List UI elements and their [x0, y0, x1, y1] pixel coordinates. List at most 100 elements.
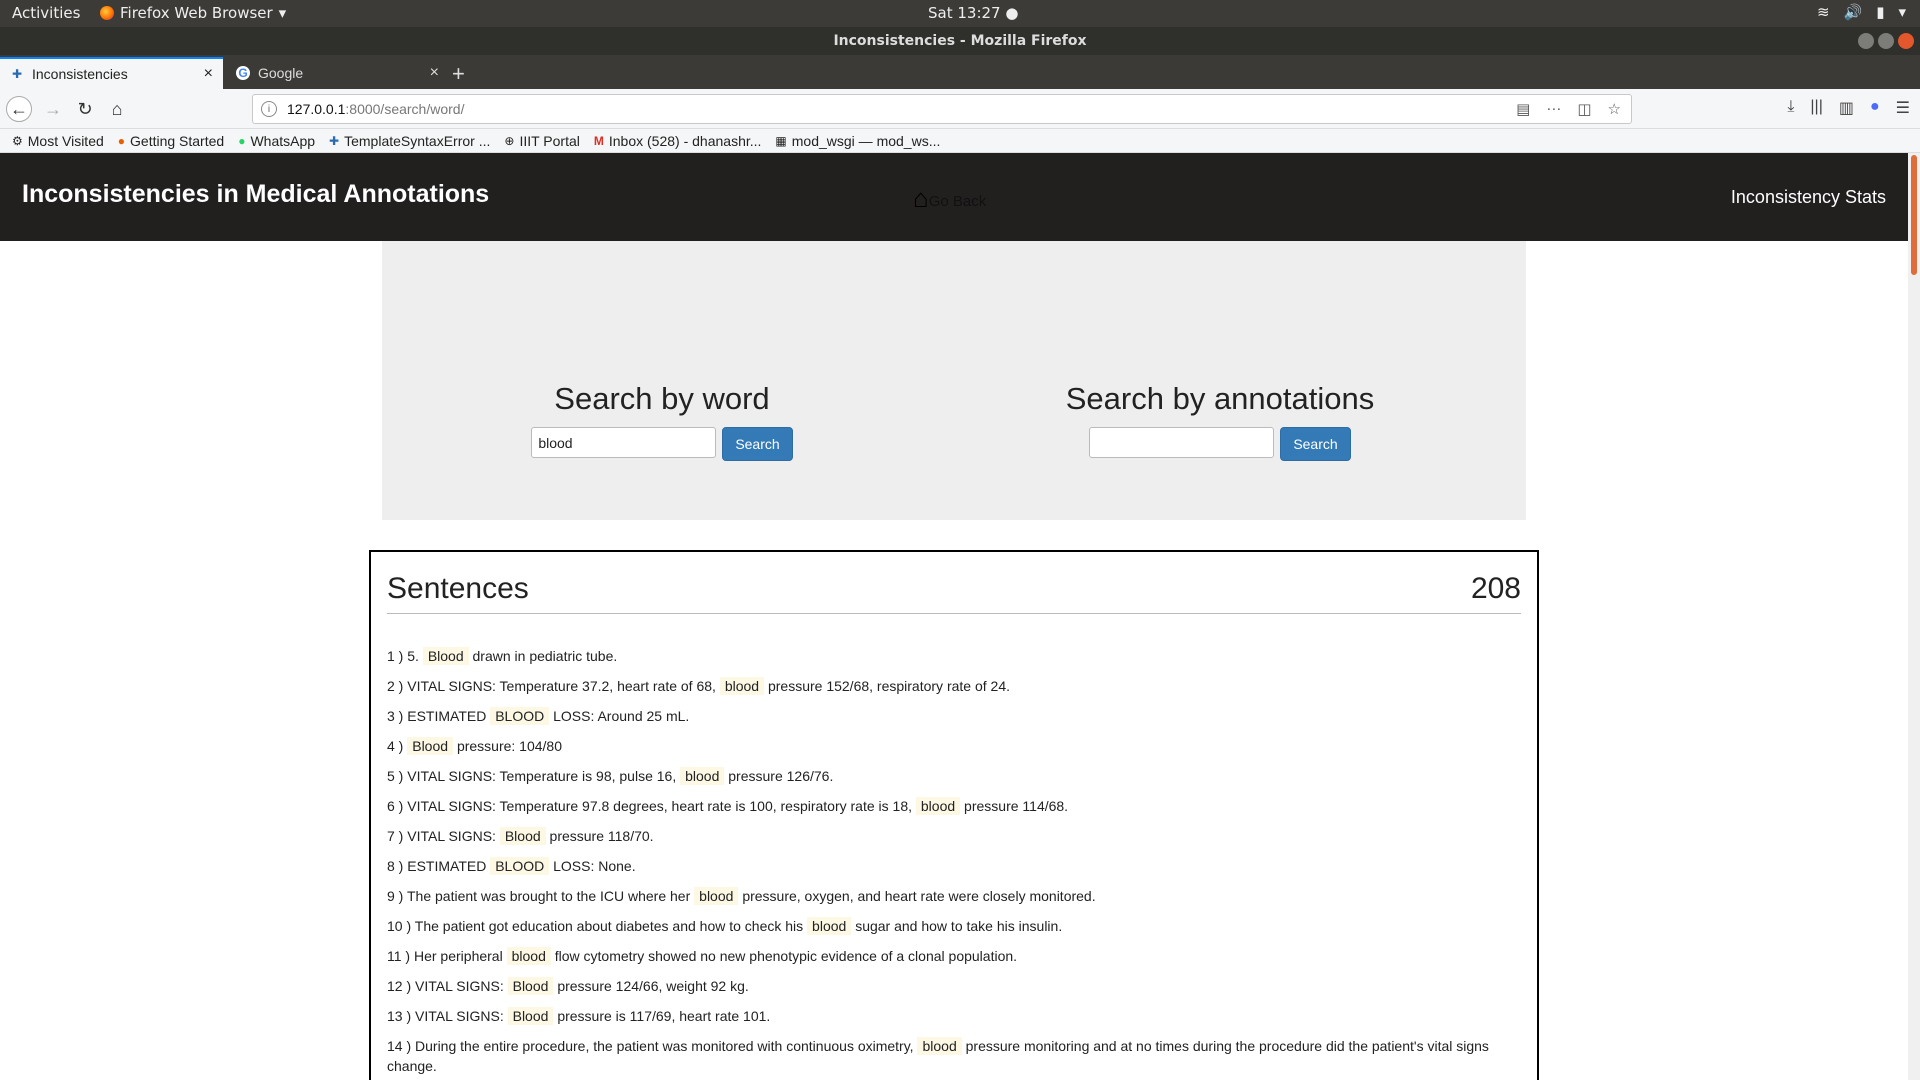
- sentence-highlight: blood: [694, 887, 739, 905]
- bookmark-star-icon[interactable]: ☆: [1608, 100, 1621, 118]
- app-menu[interactable]: Firefox Web Browser ▾: [100, 4, 286, 22]
- back-button[interactable]: ←: [6, 96, 32, 122]
- app-header: Inconsistencies in Medical Annotations ⌂…: [0, 153, 1908, 241]
- bookmark-label: mod_wsgi — mod_ws...: [791, 132, 941, 149]
- battery-icon: ▮: [1876, 3, 1885, 21]
- doc-icon: ▦: [775, 133, 787, 148]
- home-icon: ⌂: [913, 183, 929, 213]
- menu-icon[interactable]: ☰: [1896, 98, 1910, 118]
- reload-button[interactable]: ↻: [72, 96, 98, 122]
- bookmark-iiit-portal[interactable]: ⊕ IIIT Portal: [504, 133, 580, 149]
- sentence-text-before: 5.: [407, 648, 419, 664]
- chevron-down-icon: ▾: [278, 4, 287, 22]
- sentence-item: 8 ) ESTIMATED BLOOD LOSS: None.: [387, 856, 1523, 876]
- sentence-number: 12 ): [387, 978, 412, 994]
- sentence-highlight: Blood: [407, 737, 454, 755]
- window-close-button[interactable]: [1898, 33, 1914, 49]
- app-title[interactable]: Inconsistencies in Medical Annotations: [22, 180, 489, 209]
- sentence-item: 2 ) VITAL SIGNS: Temperature 37.2, heart…: [387, 676, 1523, 696]
- sentence-number: 9 ): [387, 888, 404, 904]
- gear-icon: ⚙: [12, 133, 23, 148]
- sentence-number: 10 ): [387, 918, 412, 934]
- sentence-highlight: BLOOD: [490, 857, 550, 875]
- sentence-text-after: pressure 152/68, respiratory rate of 24.: [767, 678, 1010, 694]
- sentence-text-before: VITAL SIGNS:: [415, 978, 504, 994]
- maximize-button[interactable]: [1878, 33, 1894, 49]
- search-by-word: Search by word Search: [382, 381, 942, 461]
- tab-label: Google: [258, 65, 304, 81]
- annotation-search-button[interactable]: Search: [1280, 427, 1351, 461]
- account-icon[interactable]: ●: [1870, 98, 1880, 118]
- tab-google[interactable]: G Google ×: [226, 57, 449, 89]
- firefox-icon: ●: [117, 133, 126, 148]
- sentence-text-before: ESTIMATED: [407, 858, 487, 874]
- sentence-number: 6 ): [387, 798, 404, 814]
- new-tab-button[interactable]: +: [452, 61, 465, 87]
- sentence-text-before: The patient got education about diabetes…: [414, 918, 804, 934]
- google-icon: G: [236, 66, 250, 80]
- sentence-item: 1 ) 5. Blood drawn in pediatric tube.: [387, 646, 1523, 666]
- url-bar[interactable]: i 127.0.0.1 :8000/search/word/ ▤ ··· ◫ ☆: [252, 94, 1632, 124]
- word-search-button[interactable]: Search: [722, 427, 793, 461]
- page-actions-icon[interactable]: ···: [1546, 100, 1561, 118]
- sentence-number: 14 ): [387, 1038, 412, 1054]
- minimize-button[interactable]: [1858, 33, 1874, 49]
- search-by-word-heading: Search by word: [554, 381, 770, 416]
- bookmark-getting-started[interactable]: ● Getting Started: [118, 133, 224, 149]
- sentence-item: 13 ) VITAL SIGNS: Blood pressure is 117/…: [387, 1006, 1523, 1026]
- sentence-highlight: Blood: [499, 827, 546, 845]
- downloads-icon[interactable]: ⤓: [1787, 98, 1794, 118]
- sentence-text-after: flow cytometry showed no new phenotypic …: [554, 948, 1018, 964]
- go-back-link[interactable]: ⌂ Go Back: [913, 183, 986, 213]
- page-scrollbar[interactable]: [1908, 153, 1920, 1080]
- clock[interactable]: Sat 13:27 ●: [928, 4, 1018, 22]
- close-icon[interactable]: ×: [204, 65, 213, 83]
- library-icon[interactable]: |||: [1810, 98, 1822, 118]
- app-menu-label: Firefox Web Browser: [120, 4, 273, 22]
- wifi-icon: ≋: [1816, 3, 1830, 21]
- sentence-text-before: Her peripheral: [413, 948, 503, 964]
- bookmark-inbox[interactable]: M Inbox (528) - dhanashr...: [594, 133, 762, 149]
- bookmark-label: WhatsApp: [250, 132, 316, 149]
- sentence-text-before: VITAL SIGNS: Temperature is 98, pulse 16…: [407, 768, 677, 784]
- scrollbar-thumb[interactable]: [1911, 155, 1917, 275]
- sentence-item: 3 ) ESTIMATED BLOOD LOSS: Around 25 mL.: [387, 706, 1523, 726]
- bookmark-whatsapp[interactable]: ● WhatsApp: [238, 133, 315, 149]
- forward-button[interactable]: →: [40, 96, 66, 122]
- activities-button[interactable]: Activities: [12, 4, 80, 22]
- volume-icon: 🔊: [1843, 3, 1863, 21]
- sentence-highlight: blood: [719, 677, 765, 695]
- bookmark-label: TemplateSyntaxError ...: [344, 132, 491, 149]
- sentence-text-after: pressure 114/68.: [964, 798, 1069, 814]
- tab-inconsistencies[interactable]: ✚ Inconsistencies ×: [0, 57, 223, 89]
- reader-view-icon[interactable]: ▤: [1516, 100, 1530, 118]
- sidebar-icon[interactable]: ▥: [1839, 98, 1854, 118]
- sentence-number: 4 ): [387, 738, 404, 754]
- whatsapp-icon: ●: [238, 133, 246, 148]
- bookmark-templatesyntaxerror[interactable]: ✚ TemplateSyntaxError ...: [329, 133, 490, 149]
- sentence-highlight: Blood: [507, 977, 554, 995]
- globe-icon: ⊕: [504, 133, 515, 148]
- sentences-panel: Sentences 208 1 ) 5. Blood drawn in pedi…: [369, 550, 1539, 1080]
- firefox-icon: [100, 6, 114, 20]
- system-tray[interactable]: ≋ 🔊 ▮ ▾: [1817, 3, 1906, 21]
- annotation-search-input[interactable]: [1089, 427, 1275, 458]
- bookmark-mod-wsgi[interactable]: ▦ mod_wsgi — mod_ws...: [775, 133, 940, 149]
- sentence-highlight: BLOOD: [490, 707, 550, 725]
- inconsistency-stats-link[interactable]: Inconsistency Stats: [1731, 187, 1886, 208]
- word-search-input[interactable]: [531, 427, 717, 458]
- sentence-text-after: pressure 124/66, weight 92 kg.: [557, 978, 749, 994]
- os-top-panel: Activities Firefox Web Browser ▾ Sat 13:…: [0, 0, 1920, 27]
- search-panel: Search by word Search Search by annotati…: [382, 241, 1526, 520]
- sentence-number: 7 ): [387, 828, 404, 844]
- sentence-item: 10 ) The patient got education about dia…: [387, 916, 1523, 936]
- close-icon[interactable]: ×: [430, 64, 439, 82]
- pocket-icon[interactable]: ◫: [1577, 100, 1591, 118]
- sentences-list: 1 ) 5. Blood drawn in pediatric tube. 2 …: [387, 646, 1523, 1080]
- bookmark-most-visited[interactable]: ⚙ Most Visited: [12, 133, 104, 149]
- info-icon[interactable]: i: [261, 101, 277, 117]
- url-host: 127.0.0.1: [287, 101, 346, 117]
- sentence-highlight: blood: [506, 947, 551, 965]
- sentences-header: Sentences 208: [387, 572, 1521, 614]
- home-button[interactable]: ⌂: [104, 96, 130, 122]
